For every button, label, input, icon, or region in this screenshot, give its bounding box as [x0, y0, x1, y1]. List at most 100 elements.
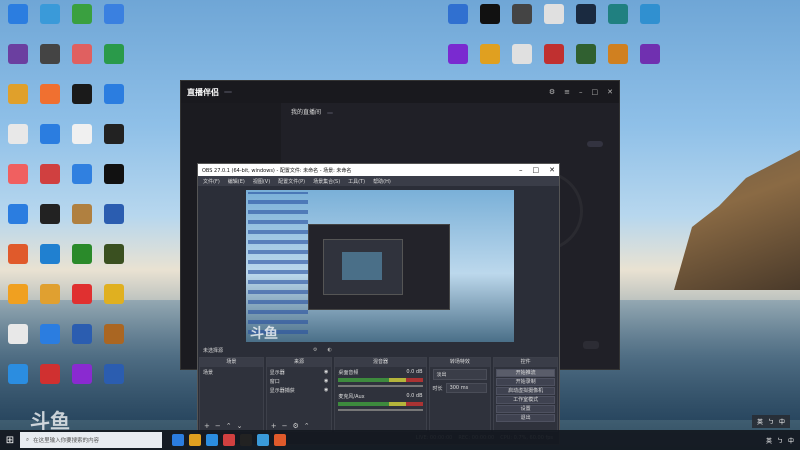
source-settings-icon[interactable]: ⚙ [292, 422, 298, 430]
visibility-icon[interactable]: ◉ [324, 369, 328, 376]
desktop-icon[interactable] [96, 324, 132, 358]
taskbar: ⊞ ⌕ 在这里输入你要搜索的内容 英ㄅ中 [0, 430, 800, 450]
visibility-icon[interactable]: ◉ [324, 378, 328, 385]
app-icon [104, 204, 124, 224]
scene-item[interactable]: 场景 [203, 369, 260, 376]
source-item[interactable]: 窗口 ◉ [270, 378, 329, 385]
remove-scene-icon[interactable]: − [215, 422, 221, 430]
controls-list: 开始推流 开始录制 启动虚拟摄像机 工作室模式 设置 退出 [494, 367, 557, 431]
source-up-icon[interactable]: ⌃ [304, 422, 310, 430]
source-item[interactable]: 显示器 ◉ [270, 369, 329, 376]
live-companion-titlebar[interactable]: 直播伴侣 ⚙ ≡ – □ ✕ [181, 81, 619, 103]
move-up-icon[interactable]: ⌃ [226, 422, 232, 430]
desktop-icon[interactable] [96, 284, 132, 318]
taskbar-app-icon[interactable] [172, 434, 184, 446]
control-button[interactable]: 启动虚拟摄像机 [496, 387, 556, 395]
preview-nested-window-2 [323, 239, 403, 295]
menu-item[interactable]: 配置文件(P) [278, 178, 305, 185]
app-icon [544, 4, 564, 24]
visibility-icon[interactable]: ◉ [324, 387, 328, 394]
mixer-list: 桌面音频 0.0 dB 麦克风/Aux 0.0 dB [335, 367, 425, 431]
control-button[interactable]: 设置 [496, 405, 556, 413]
mixer-channel-name: 桌面音频 [338, 370, 359, 376]
desktop-icon[interactable] [96, 84, 132, 118]
desktop-icon[interactable] [96, 244, 132, 278]
properties-button[interactable]: ⚙ [313, 347, 317, 353]
taskbar-app-icon[interactable] [206, 434, 218, 446]
menu-item[interactable]: 工具(T) [348, 178, 365, 185]
start-button[interactable]: ⊞ [0, 435, 20, 446]
volume-slider[interactable] [338, 385, 423, 387]
control-button[interactable]: 开始推流 [496, 369, 556, 377]
obs-window[interactable]: OBS 27.0.1 (64-bit, windows) - 配置文件: 未命名… [197, 163, 560, 445]
obs-minimize-icon[interactable]: – [519, 166, 523, 174]
filters-button[interactable]: ◐ [328, 347, 332, 353]
add-source-icon[interactable]: + [271, 422, 277, 430]
app-icon [8, 84, 28, 104]
control-button[interactable]: 开始录制 [496, 378, 556, 386]
move-down-icon[interactable]: ⌄ [237, 422, 243, 430]
desktop-icon[interactable] [96, 44, 132, 78]
tray-item[interactable]: 英 [766, 436, 772, 445]
ime-bar[interactable]: 英ㄅ中 [751, 415, 790, 428]
add-scene-icon[interactable]: + [204, 422, 210, 430]
taskbar-app-icon[interactable] [257, 434, 269, 446]
app-icon [40, 44, 60, 64]
desktop-icon[interactable] [96, 204, 132, 238]
app-icon [448, 4, 468, 24]
taskbar-search[interactable]: ⌕ 在这里输入你要搜索的内容 [20, 432, 162, 448]
minimize-icon[interactable]: – [579, 88, 583, 96]
menu-item[interactable]: 场景集合(S) [313, 178, 340, 185]
app-icon [608, 4, 628, 24]
ime-item[interactable]: ㄅ [768, 417, 774, 426]
desktop-icon[interactable] [96, 4, 132, 38]
menu-icon[interactable]: ≡ [564, 88, 570, 96]
sources-list: 显示器 ◉ 窗口 ◉ 显示器捕获 ◉ [267, 367, 332, 421]
desktop-icon[interactable] [632, 44, 668, 78]
desktop-icon[interactable] [96, 124, 132, 158]
source-item[interactable]: 显示器捕获 ◉ [270, 387, 329, 394]
app-icon [72, 204, 92, 224]
app-icon [104, 284, 124, 304]
desktop-icon-label [94, 106, 134, 118]
tray-item[interactable]: 中 [788, 436, 794, 445]
app-icon [640, 4, 660, 24]
control-button[interactable]: 工作室模式 [496, 396, 556, 404]
app-icon [8, 124, 28, 144]
app-icon [104, 244, 124, 264]
taskbar-app-icon[interactable] [189, 434, 201, 446]
ime-item[interactable]: 中 [779, 417, 785, 426]
obs-preview-canvas[interactable] [246, 190, 514, 342]
taskbar-app-icon[interactable] [240, 434, 252, 446]
sources-dock: 来源 显示器 ◉ 窗口 ◉ 显示器捕获 ◉ + − ⚙ ⌃ [265, 357, 333, 432]
tray-item[interactable]: ㄅ [777, 436, 783, 445]
taskbar-app-icon[interactable] [223, 434, 235, 446]
transition-select[interactable]: 淡出 [432, 369, 488, 380]
duration-input[interactable]: 300 ms [445, 383, 488, 393]
maximize-icon[interactable]: □ [592, 88, 599, 96]
menu-item[interactable]: 帮助(H) [373, 178, 391, 185]
exit-mode-button[interactable] [587, 141, 603, 147]
system-tray: 英ㄅ中 [766, 436, 800, 445]
desktop-icon-label [94, 226, 134, 238]
menu-item[interactable]: 文件(F) [203, 178, 220, 185]
obs-titlebar[interactable]: OBS 27.0.1 (64-bit, windows) - 配置文件: 未命名… [198, 164, 559, 176]
menu-item[interactable]: 编辑(E) [228, 178, 245, 185]
app-icon [72, 44, 92, 64]
obs-close-icon[interactable]: ✕ [549, 166, 555, 174]
desktop-icon[interactable] [96, 164, 132, 198]
taskbar-app-icon[interactable] [274, 434, 286, 446]
close-icon[interactable]: ✕ [607, 88, 613, 96]
ime-item[interactable]: 英 [757, 417, 763, 426]
mixer-header: 混音器 [335, 358, 426, 367]
record-button[interactable] [583, 341, 599, 349]
obs-maximize-icon[interactable]: □ [533, 166, 540, 174]
desktop-icon[interactable] [632, 4, 668, 38]
menu-item[interactable]: 视图(V) [253, 178, 270, 185]
control-button[interactable]: 退出 [496, 414, 556, 422]
volume-slider[interactable] [338, 409, 423, 411]
desktop-icon[interactable] [96, 364, 132, 398]
stream-tag[interactable] [326, 112, 333, 114]
remove-source-icon[interactable]: − [282, 422, 288, 430]
settings-icon[interactable]: ⚙ [549, 88, 555, 96]
